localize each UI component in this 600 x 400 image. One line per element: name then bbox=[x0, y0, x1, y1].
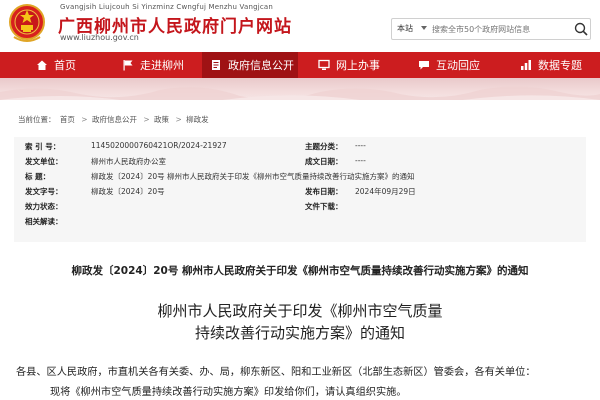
nav-item-about-liuzhou[interactable]: 走进柳州 bbox=[122, 52, 184, 78]
flag-icon bbox=[122, 59, 134, 71]
breadcrumb-prefix: 当前位置： bbox=[18, 115, 56, 124]
nav-label: 网上办事 bbox=[336, 59, 380, 72]
search-scope-select[interactable]: 本站 bbox=[392, 19, 420, 39]
nav-label: 政府信息公开 bbox=[228, 59, 294, 72]
metadata-row: 效力状态： 文件下载： bbox=[14, 201, 586, 215]
index-label: 索 引 号： bbox=[25, 142, 61, 151]
search-input[interactable] bbox=[432, 21, 572, 37]
date-made-value: ---- bbox=[355, 156, 366, 165]
validity-label: 效力状态： bbox=[25, 202, 63, 211]
home-icon bbox=[36, 59, 48, 71]
metadata-row: 发文字号： 柳政发〔2024〕20号 发布日期： 2024年09月29日 bbox=[14, 186, 586, 200]
topic-value: ---- bbox=[355, 141, 366, 150]
breadcrumb: 当前位置： 首页 > 政府信息公开 > 政策 > 柳政发 bbox=[18, 114, 211, 125]
docno-label: 发文字号： bbox=[25, 187, 63, 196]
issuer-label: 发文单位： bbox=[25, 157, 63, 166]
document-icon bbox=[210, 59, 222, 71]
site-title-pinyin: Gvangjsih Liujcouh Si Yinzminz Cwngfuj M… bbox=[60, 3, 274, 11]
document-heading: 柳政发〔2024〕20号 柳州市人民政府关于印发《柳州市空气质量持续改善行动实施… bbox=[71, 265, 529, 277]
nav-item-data-topics[interactable]: 数据专题 bbox=[520, 52, 582, 78]
chat-icon bbox=[418, 59, 430, 71]
nav-label: 首页 bbox=[54, 59, 76, 72]
content-area: 当前位置： 首页 > 政府信息公开 > 政策 > 柳政发 索 引 号： 1145… bbox=[0, 100, 600, 400]
breadcrumb-item-home[interactable]: 首页 bbox=[60, 115, 75, 124]
related-label: 相关解读： bbox=[25, 217, 63, 226]
title-value: 柳政发〔2024〕20号 柳州市人民政府关于印发《柳州市空气质量持续改善行动实施… bbox=[91, 172, 415, 181]
date-made-label: 成文日期： bbox=[305, 157, 343, 166]
document-paragraph: 各县、区人民政府，市直机关各有关委、办、局，柳东新区、阳和工业新区（北部生态新区… bbox=[16, 367, 536, 378]
document-paragraph: 现将《柳州市空气质量持续改善行动实施方案》印发给你们，请认真组织实施。 bbox=[50, 387, 407, 398]
breadcrumb-item-disclosure[interactable]: 政府信息公开 bbox=[92, 115, 137, 124]
breadcrumb-separator: > bbox=[175, 115, 182, 124]
nav-item-online-services[interactable]: 网上办事 bbox=[318, 52, 380, 78]
body-title-line: 持续改善行动实施方案》的通知 bbox=[194, 324, 405, 342]
site-url: www.liuzhou.gov.cn bbox=[60, 33, 139, 42]
metadata-row: 相关解读： bbox=[14, 216, 586, 230]
metadata-row: 发文单位： 柳州市人民政府办公室 成文日期： ---- bbox=[14, 156, 586, 170]
pubdate-value: 2024年09月29日 bbox=[355, 187, 416, 196]
nav-label: 走进柳州 bbox=[140, 59, 184, 72]
docno-value: 柳政发〔2024〕20号 bbox=[91, 187, 165, 196]
main-nav: 首页 走进柳州 政府信息公开 网上办事 互动回应 数据专题 bbox=[0, 52, 600, 78]
nav-item-interaction[interactable]: 互动回应 bbox=[418, 52, 480, 78]
index-value: 1145020000760421OR/2024-21927 bbox=[91, 141, 227, 150]
monitor-icon bbox=[318, 59, 330, 71]
nav-item-home[interactable]: 首页 bbox=[36, 52, 76, 78]
document-body-title: 柳州市人民政府关于印发《柳州市空气质量 持续改善行动实施方案》的通知 bbox=[0, 300, 600, 344]
title-label: 标 题： bbox=[25, 172, 51, 181]
breadcrumb-item-liuzhengfa[interactable]: 柳政发 bbox=[186, 115, 209, 124]
search-bar: 本站 bbox=[391, 18, 591, 40]
site-header: Gvangjsih Liujcouh Si Yinzminz Cwngfuj M… bbox=[0, 0, 600, 52]
national-emblem-logo[interactable] bbox=[8, 3, 46, 43]
breadcrumb-item-policy[interactable]: 政策 bbox=[154, 115, 169, 124]
issuer-value: 柳州市人民政府办公室 bbox=[91, 157, 166, 166]
chevron-down-icon[interactable] bbox=[421, 26, 427, 30]
search-icon[interactable] bbox=[573, 21, 589, 37]
pubdate-label: 发布日期： bbox=[305, 187, 343, 196]
document-metadata-table: 索 引 号： 1145020000760421OR/2024-21927 主题分… bbox=[14, 137, 586, 242]
data-icon bbox=[520, 59, 532, 71]
breadcrumb-separator: > bbox=[81, 115, 88, 124]
body-title-line: 柳州市人民政府关于印发《柳州市空气质量 bbox=[157, 302, 443, 320]
topic-label: 主题分类： bbox=[305, 142, 343, 151]
nav-label: 互动回应 bbox=[436, 59, 480, 72]
metadata-row: 标 题： 柳政发〔2024〕20号 柳州市人民政府关于印发《柳州市空气质量持续改… bbox=[14, 171, 586, 185]
download-label: 文件下载： bbox=[305, 202, 343, 211]
nav-item-gov-info-disclosure[interactable]: 政府信息公开 bbox=[202, 52, 298, 78]
metadata-row: 索 引 号： 1145020000760421OR/2024-21927 主题分… bbox=[14, 141, 586, 155]
nav-label: 数据专题 bbox=[538, 59, 582, 72]
breadcrumb-separator: > bbox=[143, 115, 150, 124]
